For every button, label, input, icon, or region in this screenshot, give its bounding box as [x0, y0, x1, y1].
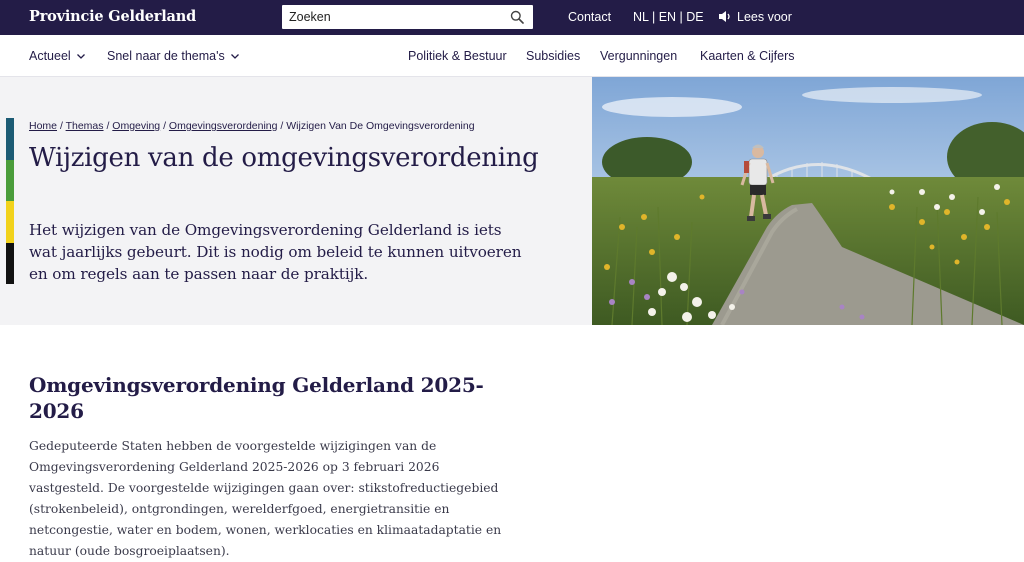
breadcrumb: Home / Themas / Omgeving / Omgevingsvero…	[29, 120, 475, 132]
search-input[interactable]	[282, 5, 502, 29]
breadcrumb-omgevingsverordening[interactable]: Omgevingsverordening	[169, 120, 278, 132]
nav-subsidies[interactable]: Subsidies	[526, 49, 580, 63]
intro-text: Het wijzigen van de Omgevingsverordening…	[29, 221, 522, 283]
stripe-green	[6, 159, 14, 201]
hero-panel	[0, 77, 592, 325]
section-paragraph: Gedeputeerde Staten hebben de voorgestel…	[29, 439, 502, 558]
search-box[interactable]	[282, 5, 533, 29]
contact-link[interactable]: Contact	[568, 10, 611, 24]
section-title: Omgevingsverordening Gelderland 2025-202…	[29, 373, 484, 423]
stripe-black	[6, 242, 14, 284]
breadcrumb-current: Wijzigen Van De Omgevingsverordening	[286, 120, 475, 132]
nav-kaarten-cijfers[interactable]: Kaarten & Cijfers	[700, 49, 794, 63]
top-bar: Provincie Gelderland Contact NL | EN | D…	[0, 0, 1024, 35]
chevron-down-icon	[230, 54, 239, 59]
hero-image	[592, 77, 1024, 325]
search-icon[interactable]	[510, 10, 524, 24]
read-aloud-label: Lees voor	[737, 10, 792, 24]
nav-vergunningen[interactable]: Vergunningen	[600, 49, 677, 63]
stripe-teal	[6, 118, 14, 160]
nav-actueel-label: Actueel	[29, 49, 71, 63]
language-switcher[interactable]: NL | EN | DE	[633, 10, 704, 24]
nav-themas-label: Snel naar de thema's	[107, 49, 225, 63]
breadcrumb-home[interactable]: Home	[29, 120, 57, 132]
nav-politiek-bestuur[interactable]: Politiek & Bestuur	[408, 49, 507, 63]
hero-illustration	[592, 77, 1024, 325]
breadcrumb-themas[interactable]: Themas	[66, 120, 104, 132]
nav-actueel[interactable]: Actueel	[29, 49, 85, 63]
brand-color-stripes	[6, 118, 14, 284]
breadcrumb-omgeving[interactable]: Omgeving	[112, 120, 160, 132]
main-navigation: Actueel Snel naar de thema's Politiek & …	[0, 35, 1024, 77]
chevron-down-icon	[76, 54, 85, 59]
brand-logo[interactable]: Provincie Gelderland	[29, 8, 196, 25]
page-title: Wijzigen van de omgevingsverordening	[29, 143, 539, 173]
nav-themas[interactable]: Snel naar de thema's	[107, 49, 239, 63]
speaker-icon	[719, 11, 730, 22]
stripe-yellow	[6, 201, 14, 243]
